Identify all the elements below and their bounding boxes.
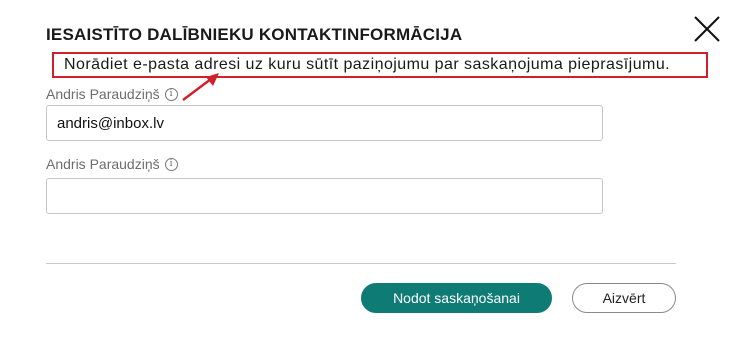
email-field-2[interactable] — [46, 178, 603, 214]
field-label-2: Andris Paraudziņš i — [46, 156, 178, 172]
annotation-arrow-icon — [182, 73, 219, 101]
field-label-1: Andris Paraudziņš i — [46, 86, 178, 102]
divider — [46, 263, 676, 264]
dialog-title: IESAISTĪTO DALĪBNIEKU KONTAKTINFORMĀCIJA — [46, 25, 463, 44]
field-label-text: Andris Paraudziņš — [46, 86, 160, 102]
submit-approval-button[interactable]: Nodot saskaņošanai — [361, 283, 552, 313]
email-field-1[interactable] — [46, 105, 603, 141]
field-label-text: Andris Paraudziņš — [46, 156, 160, 172]
close-button[interactable]: Aizvērt — [572, 283, 676, 313]
info-icon[interactable]: i — [164, 157, 178, 171]
instruction-callout: Norādiet e-pasta adresi uz kuru sūtīt pa… — [52, 52, 708, 78]
callout-text: Norādiet e-pasta adresi uz kuru sūtīt pa… — [64, 56, 671, 73]
close-icon[interactable] — [692, 14, 722, 44]
